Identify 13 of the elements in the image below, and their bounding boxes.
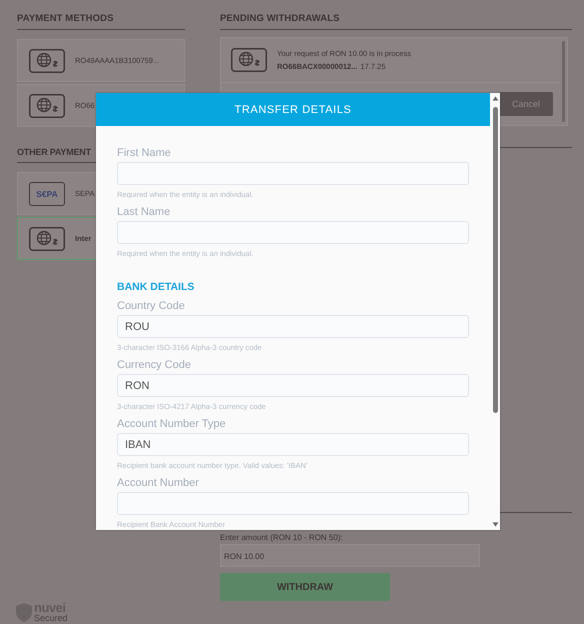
field-label: Account Number Type [117, 418, 227, 430]
brand-tagline: Secured [34, 614, 68, 623]
section-heading: PAYMENT METHODS [17, 13, 185, 30]
section-heading: PENDING WITHDRAWALS [220, 13, 572, 30]
section-heading: BANK DETAILS [117, 281, 196, 293]
dialog-title: TRANSFER DETAILS [234, 104, 352, 116]
sepa-logo: S€PA [29, 182, 65, 206]
field-label: Last Name [117, 206, 172, 218]
field-label: Currency Code [117, 359, 192, 371]
field-label: Country Code [117, 300, 186, 312]
amount-label: Enter amount (RON 10 - RON 50): [220, 533, 344, 542]
field-label: Account Number [117, 477, 200, 489]
field-label: First Name [117, 147, 172, 159]
